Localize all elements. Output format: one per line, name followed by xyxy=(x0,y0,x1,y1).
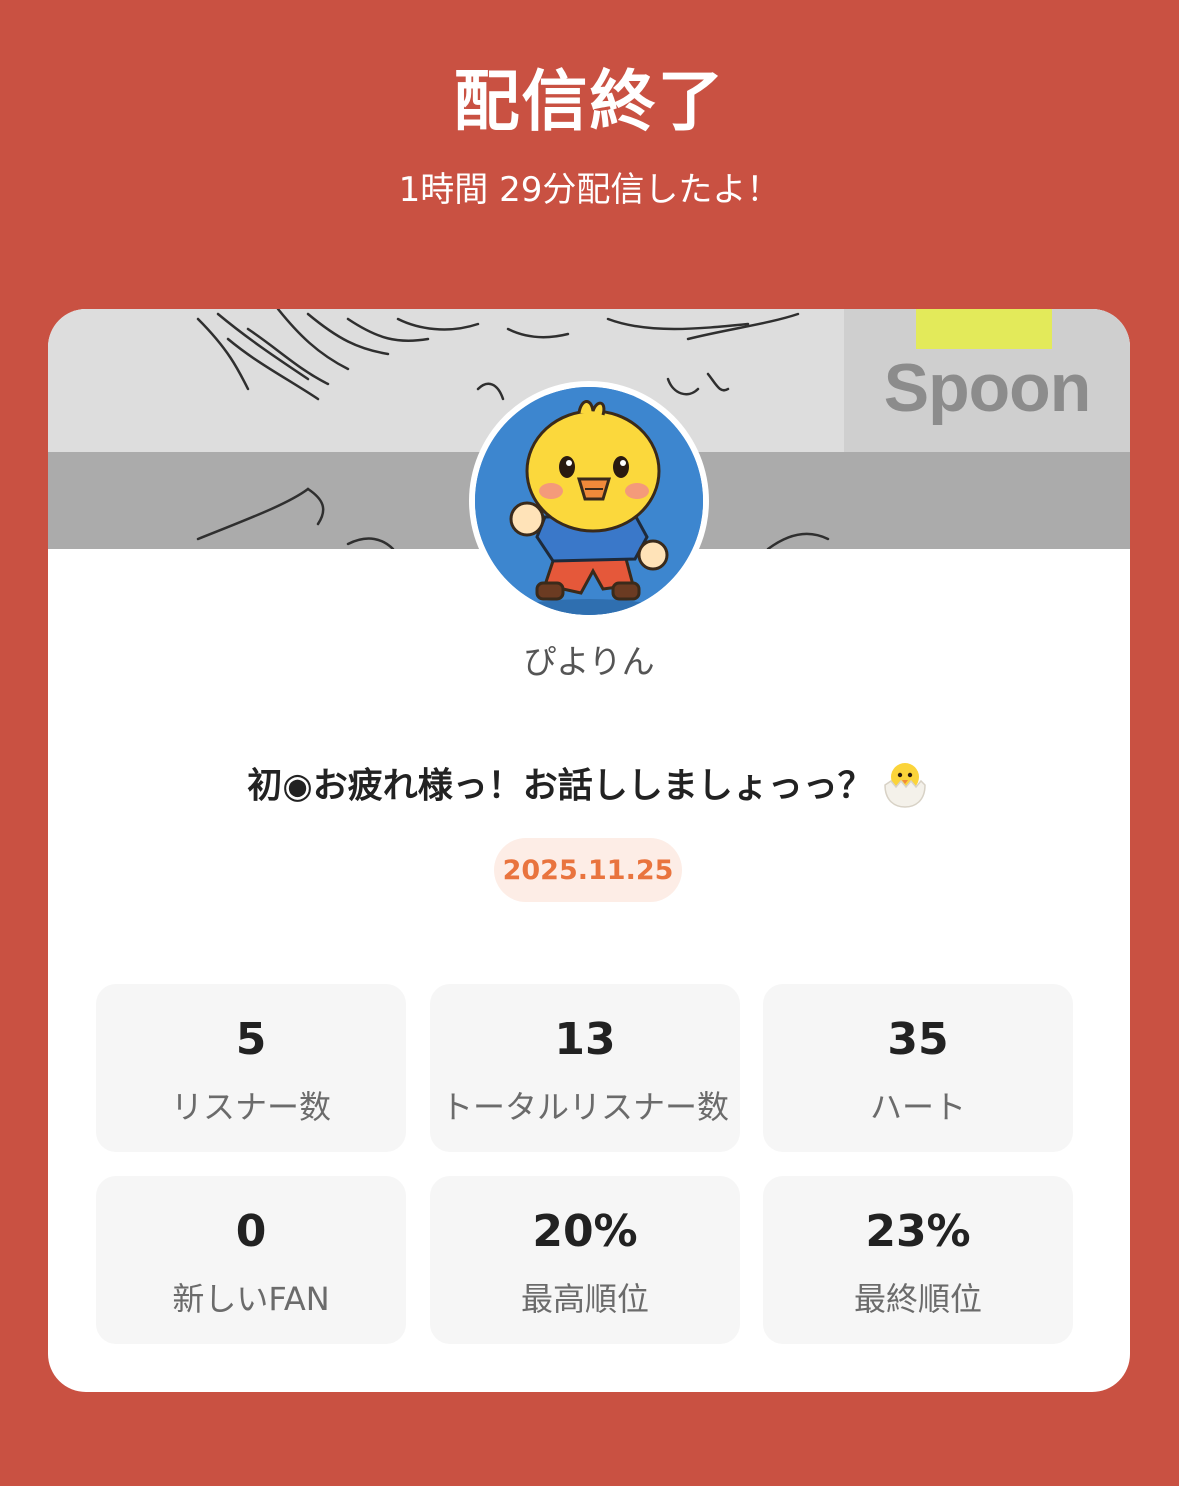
stat-label: ハート xyxy=(869,1088,966,1126)
stat-value: 20% xyxy=(532,1206,638,1257)
username[interactable]: ぴよりん xyxy=(48,635,1130,683)
stat-label: リスナー数 xyxy=(170,1088,331,1126)
stat-total-listeners: 13 トータルリスナー数 xyxy=(430,984,740,1152)
stream-summary-card: Spoon ぴよりん 初◉お疲れ様っ！お話ししましょっっ？ 2025.11.25… xyxy=(48,309,1130,1392)
broadcast-duration: 1時間 29分配信したよ！ xyxy=(398,170,781,210)
stat-value: 5 xyxy=(235,1014,267,1065)
stat-listeners: 5 リスナー数 xyxy=(96,984,406,1152)
stat-label: トータルリスナー数 xyxy=(440,1088,729,1126)
stat-new-fans: 0 新しいFAN xyxy=(96,1176,406,1344)
stat-highest-rank: 20% 最高順位 xyxy=(430,1176,740,1344)
stream-date-badge: 2025.11.25 xyxy=(494,838,682,902)
spoon-logo-text: Spoon xyxy=(883,350,1092,426)
stream-title: 初◉お疲れ様っ！お話ししましょっっ？ xyxy=(48,757,1130,818)
stat-value: 35 xyxy=(887,1014,949,1065)
stat-label: 新しいFAN xyxy=(172,1280,330,1318)
stat-value: 13 xyxy=(554,1014,616,1065)
stat-label: 最高順位 xyxy=(520,1280,649,1318)
hatching-chick-icon xyxy=(879,757,931,818)
stat-final-rank: 23% 最終順位 xyxy=(763,1176,1073,1344)
chick-avatar-icon xyxy=(475,387,703,615)
stat-value: 0 xyxy=(235,1206,267,1257)
stream-title-text: 初◉お疲れ様っ！お話ししましょっっ？ xyxy=(247,766,873,807)
sticky-note xyxy=(916,309,1052,349)
stat-value: 23% xyxy=(865,1206,971,1257)
stat-label: 最終順位 xyxy=(853,1280,982,1318)
page-title: 配信終了 xyxy=(453,63,726,140)
stream-end-screen: 配信終了 1時間 29分配信したよ！ Spoon ぴよりん 初◉お疲れ様っ！お話… xyxy=(0,0,1179,1486)
avatar[interactable] xyxy=(469,381,709,621)
stat-hearts: 35 ハート xyxy=(763,984,1073,1152)
spoon-watermark: Spoon xyxy=(844,309,1130,452)
